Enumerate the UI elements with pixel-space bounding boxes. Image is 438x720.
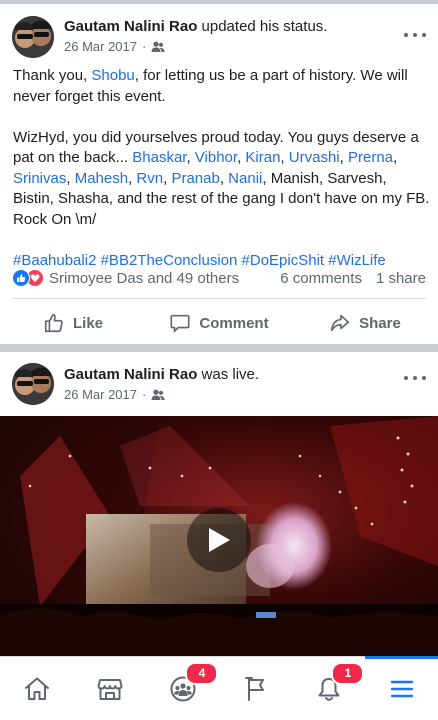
mention-link[interactable]: Srinivas (13, 170, 66, 187)
post-options-icon[interactable] (404, 30, 426, 40)
post-actions: Like Comment Share (0, 306, 438, 340)
author-name[interactable]: Gautam Nalini Rao (64, 366, 197, 383)
mention-link[interactable]: Mahesh (75, 170, 128, 187)
thumbs-up-icon (44, 313, 63, 333)
post-separator (0, 344, 438, 352)
meta-dot: · (142, 39, 147, 54)
like-reaction-icon (12, 269, 30, 287)
post-date[interactable]: 26 Mar 2017 (64, 386, 137, 404)
comment-bubble-icon (170, 314, 190, 333)
post-date[interactable]: 26 Mar 2017 (64, 38, 137, 56)
nav-marketplace[interactable] (73, 657, 146, 720)
post-options-icon[interactable] (404, 373, 426, 383)
author-name[interactable]: Gautam Nalini Rao (64, 18, 197, 35)
nav-menu[interactable] (365, 656, 438, 720)
mention-link[interactable]: Prerna (348, 149, 393, 166)
pages-flag-icon (244, 676, 264, 701)
mention-link[interactable]: Urvashi (289, 149, 340, 166)
post-action-text: was live. (201, 366, 260, 383)
play-button[interactable] (187, 508, 251, 572)
friends-icon (151, 41, 165, 52)
mention-link[interactable]: Nanii (228, 170, 262, 187)
like-label: Like (72, 314, 103, 332)
comment-button[interactable]: Comment (146, 306, 292, 340)
hashtag-link[interactable]: #Baahubali2 (13, 252, 96, 269)
live-video-post: Gautam Nalini Rao was live. 26 Mar 2017 … (0, 352, 438, 656)
mention-link[interactable]: Shobu (91, 67, 134, 84)
reactions-count[interactable]: Srimoyee Das and 49 others (49, 270, 239, 287)
post-action-text: updated his status. (201, 18, 328, 35)
share-button[interactable]: Share (292, 306, 438, 340)
nav-notifications[interactable]: 1 (292, 657, 365, 720)
home-icon (24, 677, 49, 700)
like-button[interactable]: Like (0, 306, 146, 340)
status-post: Gautam Nalini Rao updated his status. 26… (0, 4, 438, 344)
reaction-icons[interactable] (12, 269, 44, 287)
friends-icon (151, 389, 165, 400)
nav-pages[interactable] (219, 657, 292, 720)
nav-home[interactable] (0, 657, 73, 720)
shares-count[interactable]: 1 share (376, 270, 426, 287)
hashtag-link[interactable]: #BB2TheConclusion (101, 252, 238, 269)
text-segment: Thank you, (13, 67, 92, 84)
reactions-bar: Srimoyee Das and 49 others 6 comments 1 … (12, 267, 426, 289)
author-avatar[interactable] (12, 363, 54, 405)
groups-badge: 4 (185, 662, 219, 685)
live-video-player[interactable] (0, 416, 438, 656)
share-arrow-icon (331, 314, 350, 332)
share-label: Share (359, 314, 401, 332)
play-icon (209, 528, 230, 552)
menu-icon (390, 680, 413, 697)
comments-count[interactable]: 6 comments (280, 270, 362, 287)
mention-link[interactable]: Vibhor (195, 149, 237, 166)
mention-link[interactable]: Bhaskar (132, 149, 186, 166)
mention-link[interactable]: Rvn (136, 170, 163, 187)
comment-label: Comment (199, 314, 269, 332)
hashtag-link[interactable]: #DoEpicShit (242, 252, 325, 269)
meta-dot: · (142, 387, 147, 402)
divider (12, 298, 426, 299)
nav-groups[interactable]: 4 (146, 657, 219, 720)
mention-link[interactable]: Kiran (245, 149, 280, 166)
hashtag-link[interactable]: #WizLife (328, 252, 386, 269)
notifications-badge: 1 (331, 662, 365, 685)
bottom-navigation-bar: 4 1 (0, 656, 438, 720)
marketplace-icon (97, 678, 122, 700)
mention-link[interactable]: Pranab (171, 170, 219, 187)
author-avatar[interactable] (12, 16, 54, 58)
post-text: Thank you, Shobu, for letting us be a pa… (13, 67, 430, 269)
